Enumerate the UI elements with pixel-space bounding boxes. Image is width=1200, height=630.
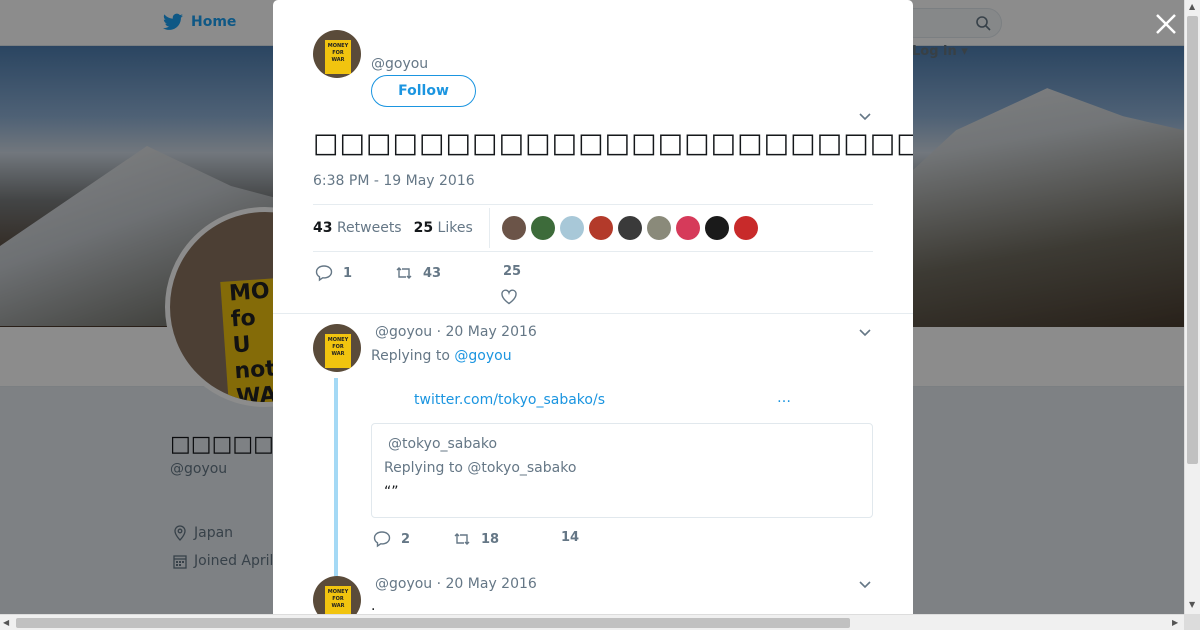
reply-count: 2 — [401, 531, 411, 547]
tweet-link[interactable]: twitter.com/tokyo_sabako/s — [414, 392, 605, 408]
reply-icon — [373, 531, 391, 548]
avatar[interactable]: MONEY FOR WAR — [313, 30, 361, 78]
liker-avatar[interactable] — [588, 216, 613, 240]
horizontal-scroll-thumb[interactable] — [16, 618, 850, 628]
retweets-label: Retweets — [336, 220, 402, 236]
reply-text: . — [371, 598, 376, 614]
follow-button[interactable]: Follow — [371, 75, 476, 107]
retweet-count: 43 — [423, 265, 442, 281]
like-count-wrap: 25 — [503, 264, 521, 279]
reply-tweet[interactable]: MONEY FOR WAR @goyou · 20 May 2016 Reply… — [313, 324, 873, 574]
chevron-down-icon[interactable] — [858, 578, 872, 592]
vertical-scroll-thumb[interactable] — [1187, 16, 1198, 464]
scroll-down-arrow-icon[interactable]: ▼ — [1189, 600, 1195, 609]
close-icon[interactable] — [1154, 12, 1178, 36]
avatar[interactable]: MONEY FOR WAR — [313, 324, 361, 372]
liker-avatar[interactable] — [704, 216, 729, 240]
retweet-count: 18 — [481, 531, 500, 547]
reply-tweet[interactable]: MONEY FOR WAR @goyou · 20 May 2016 . — [313, 576, 873, 614]
tweet-author-handle[interactable]: @goyou — [371, 56, 428, 72]
tweet-stats: 43 Retweets 25 Likes — [313, 204, 873, 252]
reply-icon — [315, 265, 333, 282]
replying-to: Replying to @goyou — [371, 348, 512, 364]
tweet-text: □□□□□□□□□□□□□□□□□□□□□□□□□□□□□□□□□□□□□□□□… — [313, 128, 913, 159]
avatar-sign-text: MONEY FOR WAR — [327, 589, 349, 609]
retweet-action[interactable]: 18 — [453, 530, 499, 548]
likes-label: Likes — [437, 220, 473, 236]
heart-icon[interactable] — [500, 288, 518, 306]
chevron-down-icon[interactable] — [858, 110, 872, 124]
like-count: 14 — [561, 530, 580, 545]
reply-actions: 2 18 14 — [371, 530, 871, 554]
reply-action[interactable]: 1 — [315, 264, 352, 282]
retweet-icon — [396, 267, 412, 279]
scroll-left-arrow-icon[interactable]: ◀ — [3, 618, 9, 627]
quoted-tweet[interactable]: @tokyo_sabako Replying to @tokyo_sabako … — [371, 423, 873, 518]
modal-divider — [273, 313, 913, 314]
reply-header[interactable]: @goyou · 20 May 2016 — [375, 324, 537, 340]
like-action[interactable]: 14 — [561, 530, 579, 545]
chevron-down-icon[interactable] — [858, 326, 872, 340]
liker-avatar[interactable] — [501, 216, 526, 240]
liker-avatar[interactable] — [733, 216, 758, 240]
liker-avatar[interactable] — [617, 216, 642, 240]
reply-header[interactable]: @goyou · 20 May 2016 — [375, 576, 537, 592]
avatar-sign: MONEY FOR WAR — [325, 586, 351, 614]
replying-prefix: Replying to — [371, 348, 450, 364]
quoted-replying-to: Replying to @tokyo_sabako — [384, 460, 577, 476]
scrollbar-corner — [1184, 614, 1200, 630]
avatar-sign-text: MONEY FOR WAR — [327, 43, 349, 63]
quoted-text: “” — [384, 484, 399, 500]
stats-divider — [488, 208, 490, 248]
likes-count: 25 — [413, 220, 434, 236]
tweet-permalink-modal: MONEY FOR WAR @goyou Follow □□□□□□□□□□□□… — [273, 0, 913, 614]
scroll-up-arrow-icon[interactable]: ▲ — [1189, 2, 1195, 11]
avatar[interactable]: MONEY FOR WAR — [313, 576, 361, 614]
reply-action[interactable]: 2 — [373, 530, 410, 548]
retweets-stat[interactable]: 43 Retweets — [313, 220, 402, 236]
liker-avatar[interactable] — [559, 216, 584, 240]
like-count: 25 — [503, 264, 522, 279]
likes-stat[interactable]: 25 Likes — [414, 220, 473, 236]
avatar-sign: MONEY FOR WAR — [325, 334, 351, 368]
scroll-right-arrow-icon[interactable]: ▶ — [1172, 618, 1178, 627]
retweet-action[interactable]: 43 — [395, 264, 441, 282]
retweet-icon — [454, 533, 470, 545]
avatar-sign: MONEY FOR WAR — [325, 40, 351, 74]
liker-avatars — [501, 216, 758, 240]
quoted-handle: @tokyo_sabako — [388, 436, 498, 452]
liker-avatar[interactable] — [530, 216, 555, 240]
liker-avatar[interactable] — [646, 216, 671, 240]
horizontal-scrollbar[interactable]: ◀ ▶ — [0, 614, 1184, 630]
retweets-count: 43 — [313, 220, 333, 236]
liker-avatar[interactable] — [675, 216, 700, 240]
replying-handle-link[interactable]: @goyou — [454, 348, 511, 364]
reply-count: 1 — [343, 265, 353, 281]
avatar-sign-text: MONEY FOR WAR — [327, 337, 349, 357]
vertical-scrollbar[interactable]: ▲ ▼ — [1184, 0, 1200, 614]
tweet-timestamp[interactable]: 6:38 PM - 19 May 2016 — [313, 173, 475, 189]
tweet-actions: 1 43 25 — [313, 264, 873, 306]
link-ellipsis[interactable]: … — [777, 390, 791, 406]
